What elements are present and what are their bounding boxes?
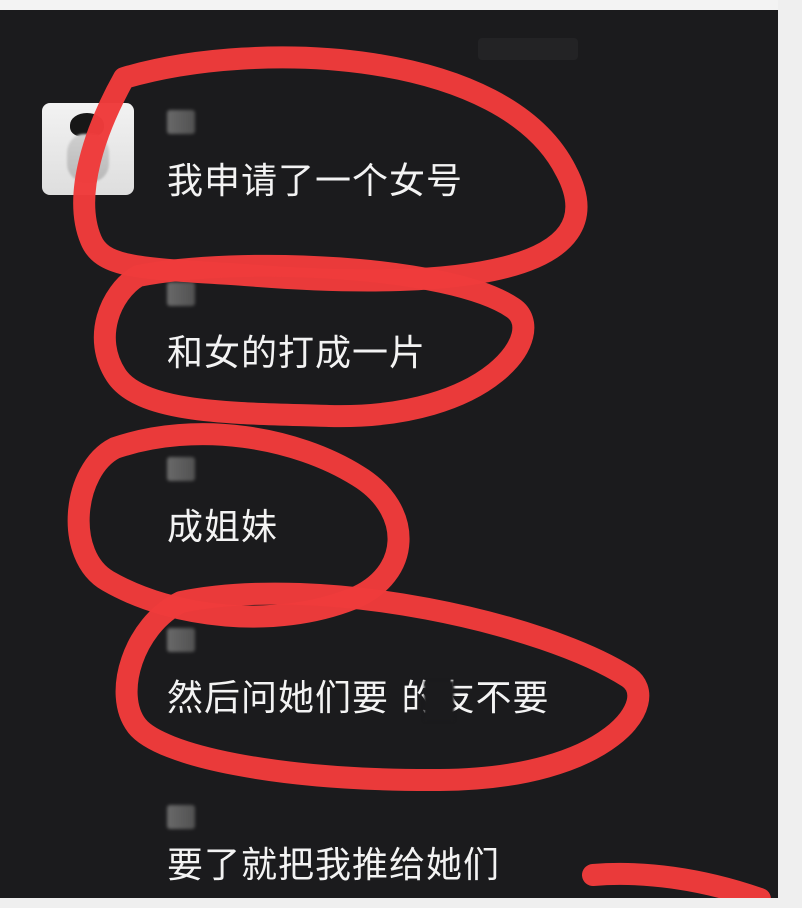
chat-screenshot: 我申请了一个女号 和女的打成一片 成姐妹 然后问她们要 的友不要 要了就把我推给… <box>0 10 778 898</box>
highlight-arrow-stroke <box>582 862 771 898</box>
contact-avatar[interactable] <box>42 103 134 195</box>
blurred-sender-name <box>167 110 195 134</box>
blurred-sender-name <box>167 457 195 481</box>
blurred-sender-name <box>167 805 195 829</box>
blurred-timestamp <box>478 38 578 60</box>
chat-message: 然后问她们要 的友不要 <box>167 678 550 719</box>
chat-message: 和女的打成一片 <box>167 333 427 374</box>
screenshot-bottom-margin <box>0 898 802 908</box>
chat-message: 成姐妹 <box>167 507 279 548</box>
avatar-body-shape <box>67 134 109 182</box>
chat-message: 我申请了一个女号 <box>167 161 464 202</box>
screenshot-right-margin <box>778 0 802 908</box>
blurred-sender-name <box>167 628 195 652</box>
blurred-sender-name <box>167 282 195 306</box>
chat-message: 要了就把我推给她们 <box>167 845 501 886</box>
